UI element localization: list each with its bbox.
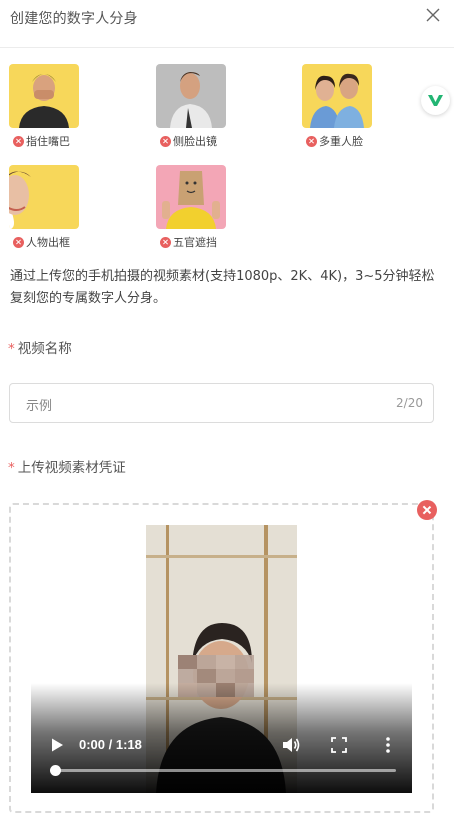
upload-description: 通过上传您的手机拍摄的视频素材(支持1080p、2K、4K)，3~5分钟轻松复刻… — [10, 269, 435, 306]
char-counter: 2/20 — [396, 396, 423, 410]
example-label: 指住嘴巴 — [26, 135, 70, 148]
example-card-multiple-faces: 多重人脸 — [302, 64, 374, 148]
dialog-title: 创建您的数字人分身 — [10, 11, 138, 27]
example-image — [156, 64, 226, 128]
example-image — [9, 64, 79, 128]
more-vertical-icon[interactable] — [381, 736, 395, 754]
video-name-input[interactable]: 示例 2/20 — [9, 383, 434, 423]
seek-bar[interactable] — [50, 765, 396, 776]
dialog-header: 创建您的数字人分身 — [0, 0, 454, 48]
remove-x-icon[interactable] — [417, 500, 437, 520]
example-image — [302, 64, 372, 128]
error-x-icon — [160, 135, 171, 147]
upload-label-text: 上传视频素材凭证 — [17, 460, 126, 476]
example-card-out-of-frame: 人物出框 — [9, 165, 81, 249]
error-x-icon — [13, 236, 24, 248]
example-label: 人物出框 — [26, 236, 70, 249]
error-x-icon — [13, 135, 24, 147]
required-star: * — [8, 341, 15, 357]
video-name-label: * 视频名称 — [8, 337, 72, 357]
example-label: 五官遮挡 — [173, 236, 217, 249]
video-name-label-text: 视频名称 — [17, 341, 72, 357]
upload-label: * 上传视频素材凭证 — [8, 456, 126, 476]
brand-badge[interactable] — [421, 86, 450, 115]
example-label: 多重人脸 — [319, 135, 363, 148]
example-card-cover-mouth: 指住嘴巴 — [9, 64, 81, 148]
example-card-side-face: 侧脸出镜 — [156, 64, 228, 148]
play-icon[interactable] — [49, 737, 65, 753]
video-time: 0:00 / 1:18 — [79, 737, 142, 752]
example-image — [9, 165, 79, 229]
close-icon[interactable] — [424, 6, 442, 24]
example-card-face-covered: 五官遮挡 — [156, 165, 228, 249]
example-label: 侧脸出镜 — [173, 135, 217, 148]
brand-v-icon — [428, 95, 443, 106]
video-name-placeholder: 示例 — [26, 399, 53, 414]
fullscreen-icon[interactable] — [331, 737, 347, 753]
error-x-icon — [306, 135, 317, 147]
example-image — [156, 165, 226, 229]
seek-handle[interactable] — [50, 765, 61, 776]
required-star: * — [8, 460, 15, 476]
volume-icon[interactable] — [281, 735, 301, 755]
error-x-icon — [160, 236, 171, 248]
video-player[interactable]: 0:00 / 1:18 — [31, 525, 412, 793]
